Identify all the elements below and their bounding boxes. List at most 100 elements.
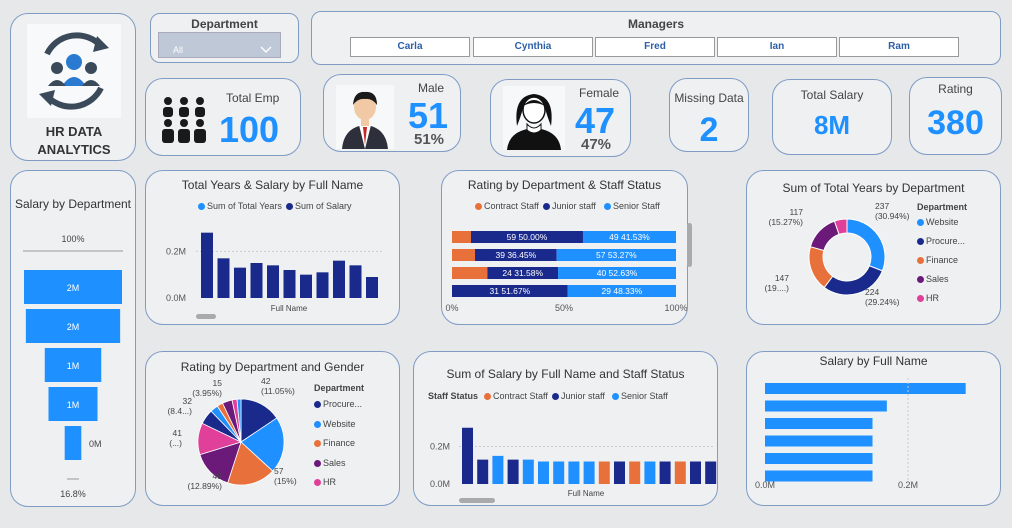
- tyd-legend-label: Procure...: [926, 236, 966, 246]
- rdg-data-label-pct: (...): [169, 438, 182, 448]
- rdg-data-label: 49: [213, 471, 223, 481]
- rdg-data-label: 32: [183, 396, 193, 406]
- manager-button-ram[interactable]: Ram: [839, 37, 959, 57]
- tyd-legend-label: Finance: [926, 255, 959, 265]
- funnel-title: Salary by Department: [14, 197, 132, 211]
- rating-dept-status-card: Rating by Department & Staff Status Cont…: [441, 170, 692, 325]
- kpi-missing-data: Missing Data 2: [669, 78, 749, 152]
- rds-title: Rating by Department & Staff Status: [467, 178, 662, 192]
- logo-card: HR DATA ANALYTICS: [10, 13, 136, 161]
- salary-name-status-card: Sum of Salary by Full Name and Staff Sta…: [413, 351, 718, 506]
- kpi-male: Male 51 51%: [323, 74, 461, 152]
- manager-button-fred[interactable]: Fred: [595, 37, 715, 57]
- manager-button-ian[interactable]: Ian: [717, 37, 837, 57]
- sns-bar: [553, 461, 565, 484]
- chevron-down-icon: [260, 46, 272, 53]
- manager-button-carla[interactable]: Carla: [350, 37, 470, 57]
- total-emp-label: Total Emp: [226, 91, 280, 105]
- kpi-female: Female 47 47%: [490, 79, 631, 157]
- tyd-legend-item: Finance: [917, 255, 958, 265]
- sns-bar: [644, 461, 656, 484]
- sns-y-tick: 0.0M: [430, 479, 450, 489]
- tyd-data-label-pct: (30.94%): [875, 211, 910, 221]
- sns-legend-junior: Junior staff: [552, 391, 605, 401]
- rds-junior-label: 24 31.58%: [502, 268, 543, 278]
- sbn-bar: [765, 435, 873, 447]
- female-avatar-icon: [503, 86, 565, 150]
- salary-by-department-card: Salary by Department 100% 2M 2M 1M 1M 0M 16.…: [10, 170, 136, 507]
- tys-title: Total Years & Salary by Full Name: [181, 178, 364, 192]
- sns-bar-chart: 0.2M 0.0M Full Name: [430, 427, 717, 498]
- funnel-bar-label: 2M: [67, 283, 80, 293]
- sbn-bar: [765, 470, 873, 482]
- sns-bar: [538, 461, 549, 484]
- rds-contract-segment: [452, 249, 476, 261]
- total-years-salary-card: Total Years & Salary by Full Name Sum of…: [145, 170, 400, 325]
- sns-legend-senior: Senior Staff: [612, 391, 668, 401]
- tyd-slice: [846, 218, 886, 272]
- tyd-legend-label: Website: [926, 217, 959, 227]
- department-dropdown-value: All: [173, 45, 184, 55]
- kpi-rating: Rating 380: [909, 77, 1002, 155]
- rds-senior-label: 57 53.27%: [596, 250, 637, 260]
- sns-bar: [705, 461, 717, 484]
- tys-bar-chart: 0.2M 0.0M Full Name: [166, 232, 384, 313]
- funnel-bar-label: 1M: [67, 361, 80, 371]
- logo-title-line2: ANALYTICS: [37, 142, 111, 157]
- tys-bar: [201, 232, 213, 298]
- rds-legend-junior: Junior staff: [543, 201, 596, 211]
- kpi-total-salary: Total Salary 8M: [772, 79, 892, 155]
- rdg-data-label-pct: (15%): [274, 476, 297, 486]
- sns-bar: [629, 461, 641, 484]
- rdg-legend-item: Finance: [314, 438, 355, 448]
- rdg-legend-label: Sales: [323, 457, 346, 468]
- sns-bar: [522, 459, 534, 484]
- male-avatar-icon: [336, 85, 394, 149]
- tys-bar: [250, 263, 263, 298]
- rds-stacked-bar-chart: 59 50.00% 49 41.53% 39 36.45% 57 53.27% 24 3…: [445, 231, 687, 313]
- sns-legend-contract: Contract Staff: [484, 391, 548, 401]
- rds-contract-segment: [452, 267, 488, 279]
- rdg-data-label: 42: [261, 376, 271, 386]
- rdg-legend-label: Procure...: [323, 399, 363, 409]
- department-slicer: Department All: [150, 13, 299, 63]
- tyd-data-label: 224: [865, 287, 879, 297]
- sns-bar: [690, 461, 701, 484]
- tyd-slice: [809, 220, 840, 252]
- manager-button-cynthia[interactable]: Cynthia: [473, 37, 593, 57]
- rdg-data-label: 15: [213, 378, 223, 388]
- total-emp-value: 100: [219, 109, 280, 150]
- sbn-x-tick: 0.2M: [898, 480, 918, 490]
- sbn-bar: [765, 453, 873, 464]
- tys-x-label: Full Name: [271, 304, 308, 313]
- funnel-bar-label: 1M: [67, 400, 80, 410]
- department-slicer-title: Department: [191, 17, 258, 31]
- sns-scrollbar[interactable]: [459, 498, 495, 503]
- rating-dept-gender-card: Rating by Department and Gender 42 (11.05…: [145, 351, 400, 506]
- tys-scrollbar[interactable]: [196, 314, 216, 319]
- rating-value: 380: [927, 104, 984, 142]
- female-label: Female: [579, 86, 620, 100]
- rdg-legend-label: Website: [323, 418, 356, 429]
- missing-data-label: Missing Data: [674, 91, 744, 105]
- tys-bar: [333, 260, 345, 298]
- rdg-legend-item: HR: [314, 477, 336, 487]
- tys-y-tick: 0.0M: [166, 293, 186, 303]
- tyd-legend-item: Procure...: [917, 236, 965, 246]
- rdg-data-label: 57: [274, 466, 284, 476]
- rdg-pie-chart: 42(11.05%) 57(15%) 49(12.89%) 41(...) 32(8.4…: [167, 376, 297, 491]
- department-dropdown[interactable]: All: [158, 32, 281, 58]
- male-label: Male: [418, 81, 445, 95]
- rds-scrollbar[interactable]: [687, 223, 692, 267]
- rds-x-tick: 100%: [664, 303, 687, 313]
- sns-bar: [477, 459, 489, 484]
- tyd-data-label-pct: (19....): [764, 283, 789, 293]
- female-pct: 47%: [581, 136, 612, 153]
- tys-bar: [316, 272, 329, 298]
- rds-senior-label: 40 52.63%: [597, 268, 638, 278]
- rdg-legend-item: Procure...: [314, 399, 362, 409]
- salary-by-name-card: Salary by Full Name 0.0M 0.2M: [746, 351, 1001, 506]
- missing-data-value: 2: [699, 111, 719, 149]
- sns-y-tick: 0.2M: [430, 442, 450, 452]
- sns-title: Sum of Salary by Full Name and Staff Sta…: [446, 367, 685, 381]
